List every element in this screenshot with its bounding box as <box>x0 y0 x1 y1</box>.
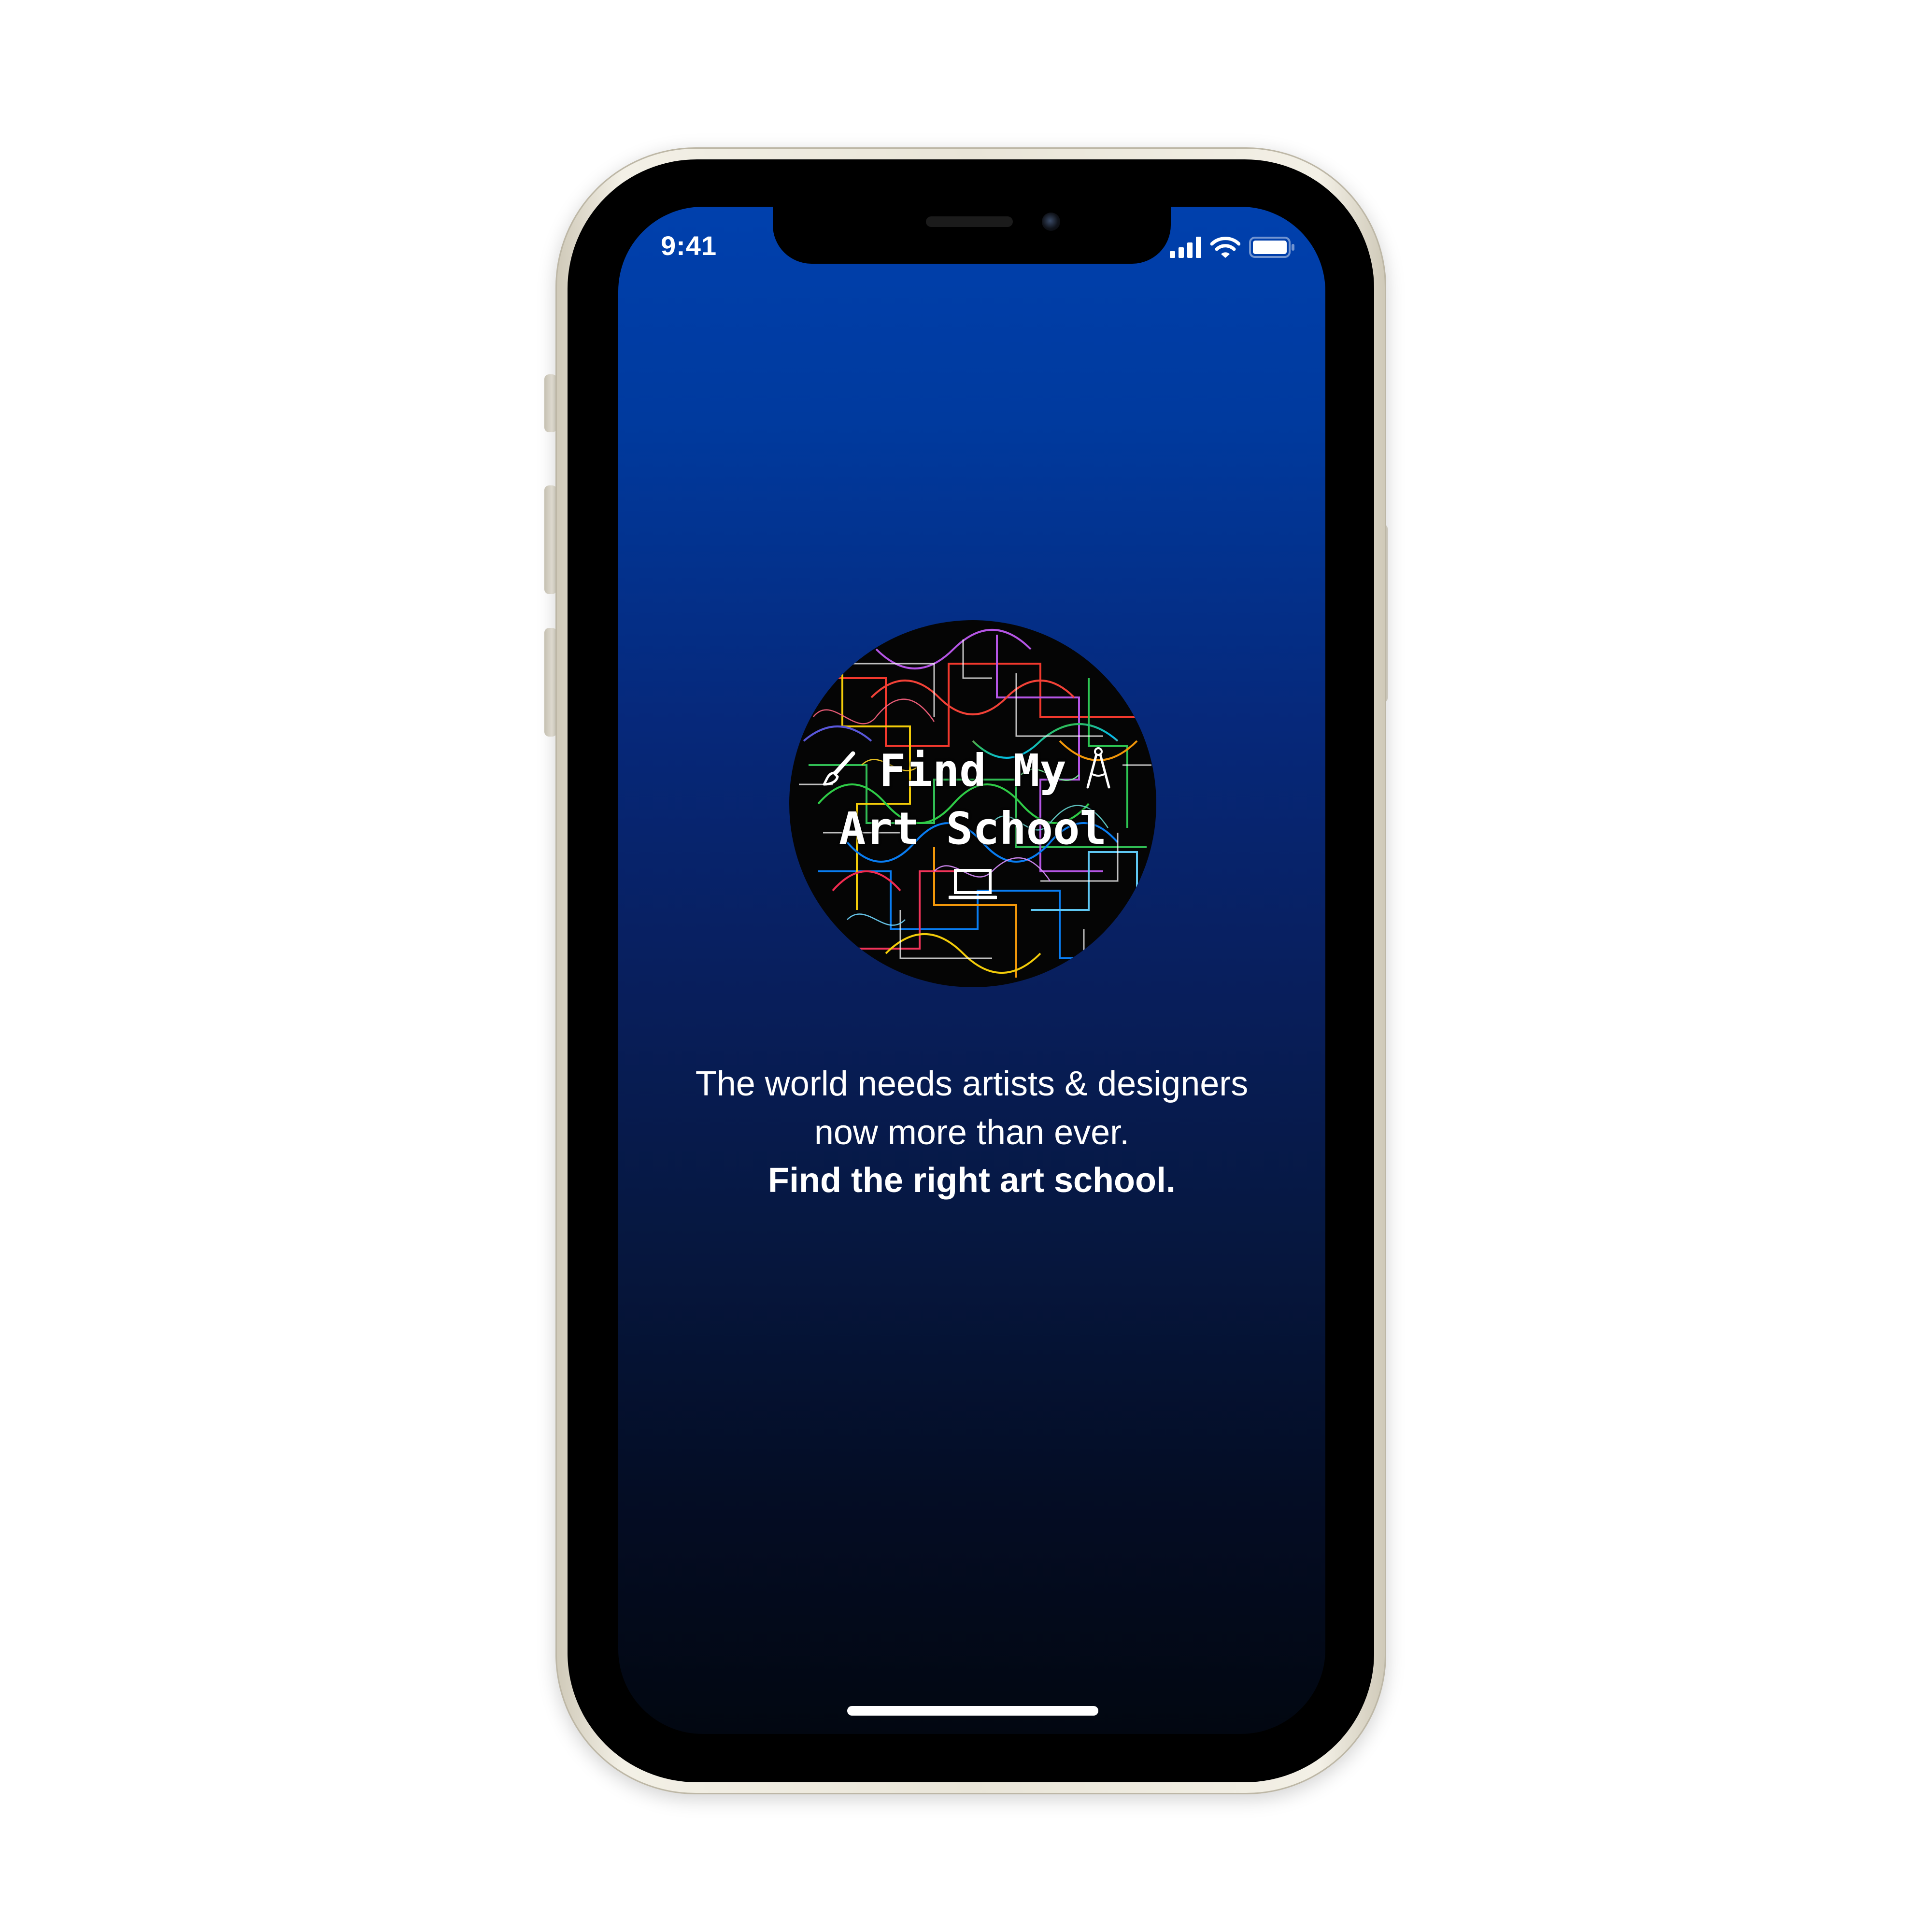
laptop-icon <box>949 869 997 899</box>
status-time: 9:41 <box>661 230 717 261</box>
tagline-line3: Find the right art school. <box>768 1161 1176 1200</box>
tagline-line2: now more than ever. <box>814 1113 1130 1152</box>
tagline-line1: The world needs artists & designers <box>695 1065 1249 1103</box>
front-camera <box>1042 213 1060 231</box>
notch <box>773 207 1171 264</box>
wifi-icon <box>1210 237 1240 258</box>
logo-title-line2: Art School <box>839 803 1107 854</box>
home-indicator[interactable] <box>847 1706 1098 1716</box>
app-logo: Find My Art School <box>789 620 1156 987</box>
status-icons <box>1170 237 1295 258</box>
earpiece-speaker <box>926 216 1013 227</box>
battery-icon <box>1249 237 1294 258</box>
stage: 9:41 Find My Art School The world needs … <box>0 0 1932 1932</box>
app-screen: 9:41 Find My Art School The world needs … <box>618 207 1325 1734</box>
compass-icon <box>1086 747 1110 789</box>
cellular-signal-icon <box>1170 237 1201 258</box>
